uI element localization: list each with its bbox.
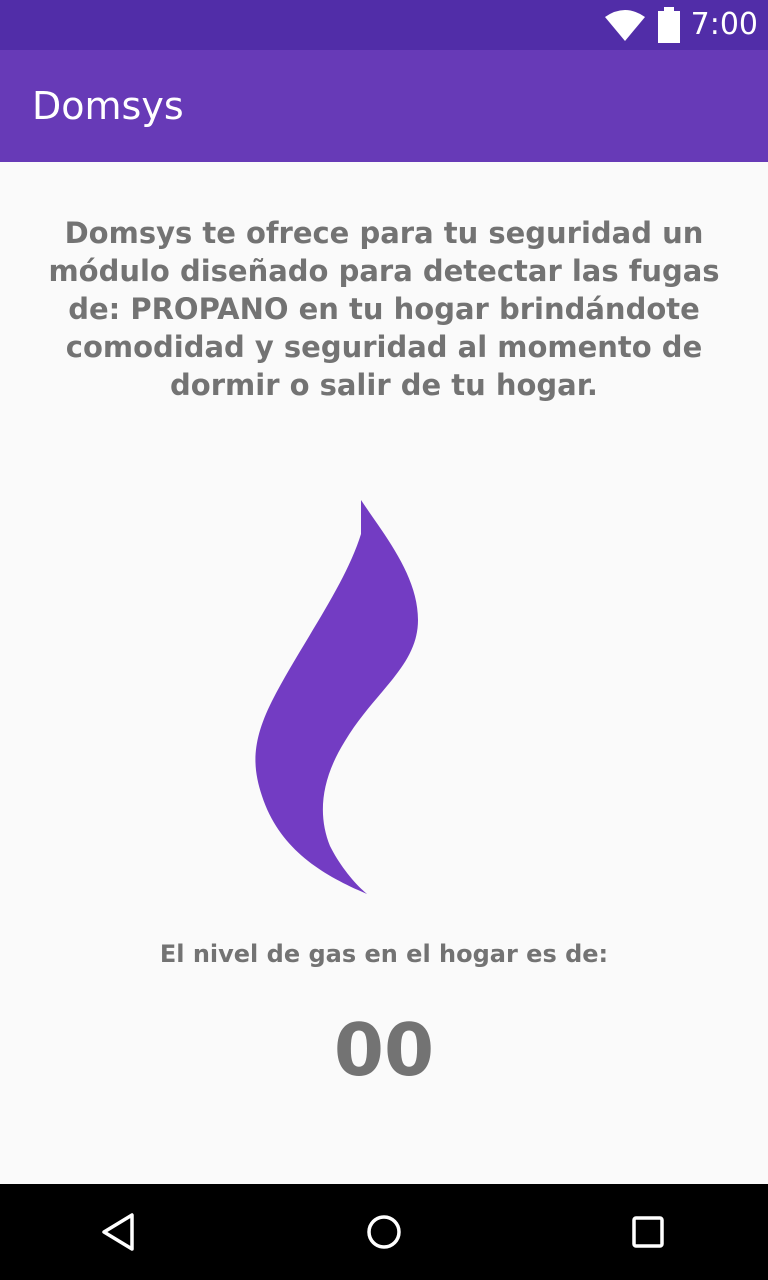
recents-icon[interactable] xyxy=(624,1208,672,1256)
wifi-icon xyxy=(604,10,645,41)
app-screen: 7:00 Domsys Domsys te ofrece para tu seg… xyxy=(0,0,768,1280)
status-icons: 7:00 xyxy=(604,0,758,50)
app-title: Domsys xyxy=(32,84,184,128)
back-icon[interactable] xyxy=(96,1208,144,1256)
gas-level-label: El nivel de gas en el hogar es de: xyxy=(159,940,609,968)
gas-level-value: 00 xyxy=(333,1008,435,1092)
status-bar: 7:00 xyxy=(0,0,768,50)
battery-icon xyxy=(657,7,680,43)
app-bar: Domsys xyxy=(0,50,768,162)
description-text: Domsys te ofrece para tu seguridad un mó… xyxy=(48,216,720,402)
main-content: Domsys te ofrece para tu seguridad un mó… xyxy=(0,162,768,1184)
flame-icon xyxy=(255,500,418,894)
home-icon[interactable] xyxy=(360,1208,408,1256)
navigation-bar xyxy=(0,1184,768,1280)
status-time: 7:00 xyxy=(690,7,758,42)
